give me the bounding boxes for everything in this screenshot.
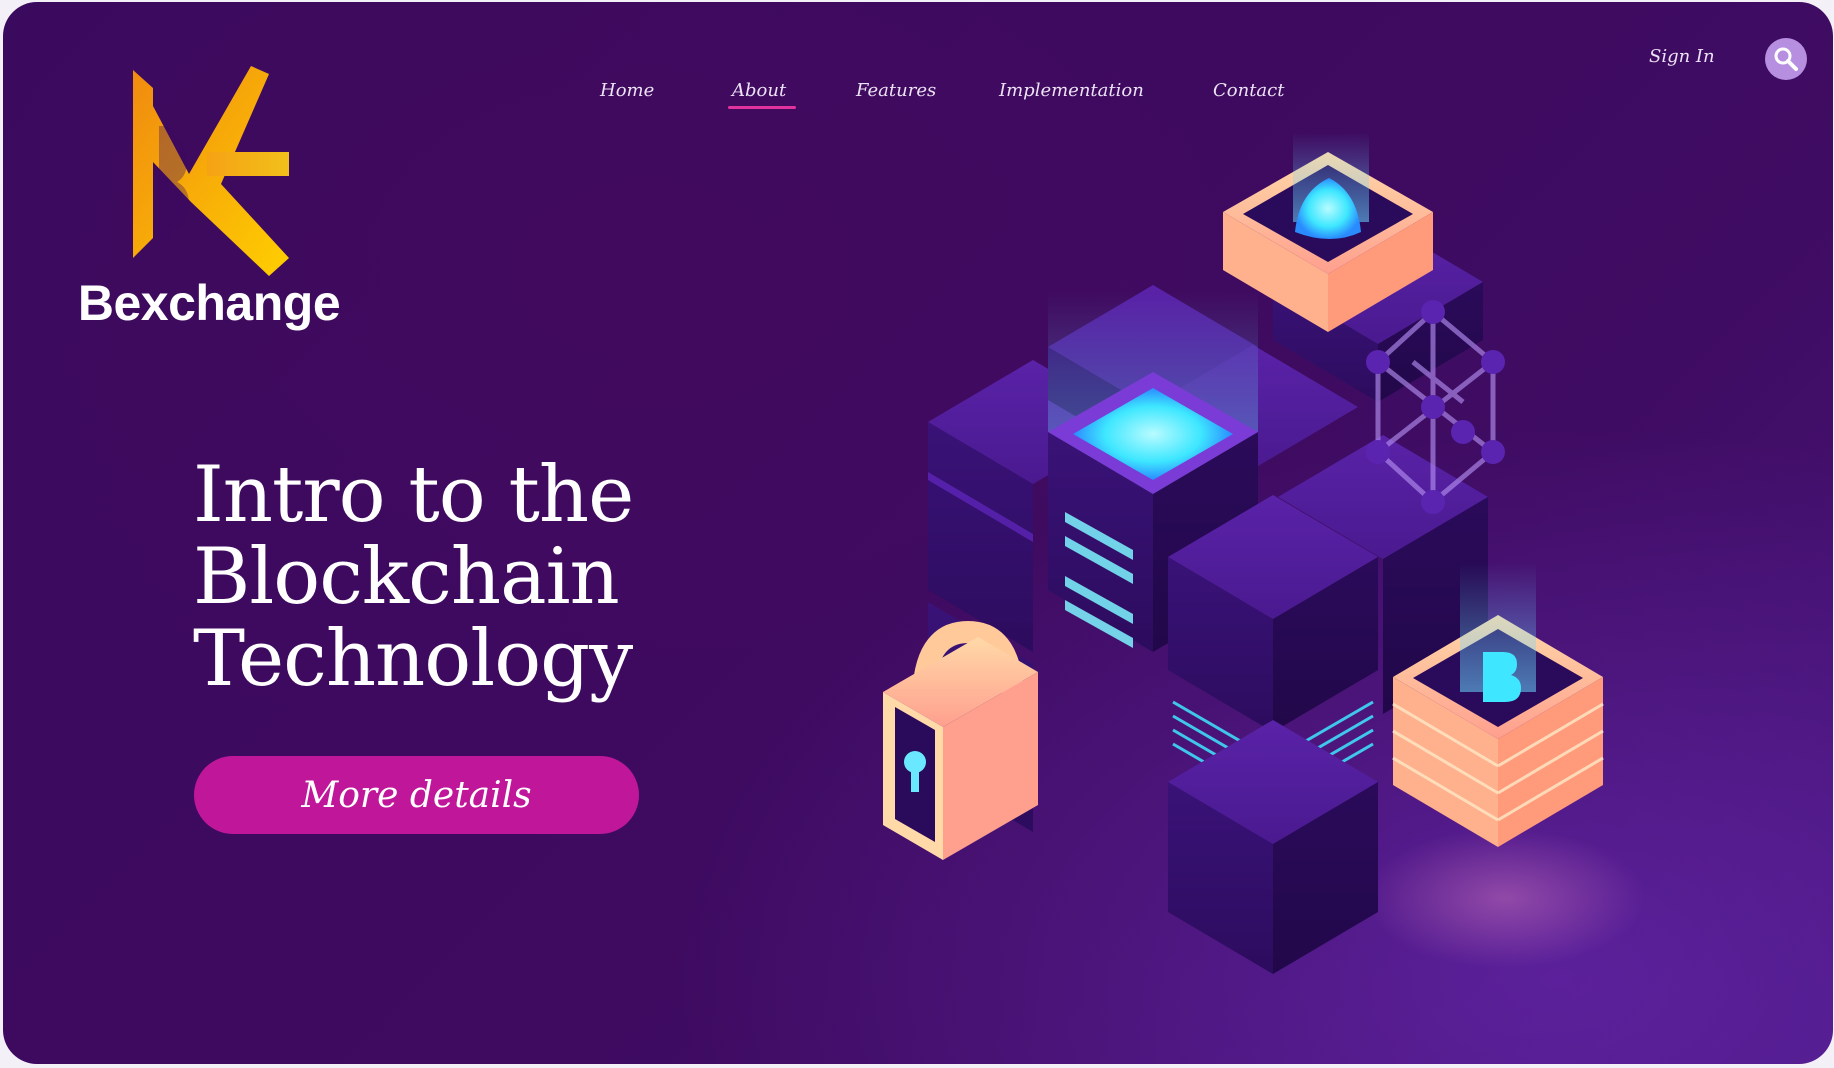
padlock-icon: [883, 620, 1038, 860]
nav-item-about[interactable]: About: [728, 80, 797, 109]
nav-item-label: Home: [600, 80, 655, 101]
active-nav-indicator: [728, 106, 797, 109]
page-frame: Bexchange Home About Features Implementa…: [3, 2, 1833, 1064]
blockchain-illustration: [883, 132, 1645, 974]
sign-in-link[interactable]: Sign In: [1649, 46, 1715, 67]
nav-item-implementation[interactable]: Implementation: [999, 80, 1144, 101]
nav-item-label: About: [732, 80, 787, 101]
brand-name: Bexchange: [77, 275, 341, 331]
hero-title-line: Intro to the: [193, 450, 634, 540]
more-details-button[interactable]: More details: [194, 756, 639, 834]
nav-item-contact[interactable]: Contact: [1213, 80, 1284, 101]
nav-item-label: Contact: [1213, 80, 1285, 101]
search-button[interactable]: [1765, 38, 1807, 80]
nav-item-features[interactable]: Features: [856, 80, 936, 101]
search-icon: [1774, 47, 1798, 71]
nav-item-label: Features: [856, 80, 937, 101]
nav-item-home[interactable]: Home: [600, 80, 654, 101]
hero-title-line: Technology: [193, 614, 633, 704]
hero-title: Intro to the Blockchain Technology: [193, 454, 833, 700]
bexchange-logo-icon: [133, 66, 289, 276]
hero-title-line: Blockchain: [193, 532, 620, 622]
nav-item-label: Implementation: [999, 80, 1144, 101]
